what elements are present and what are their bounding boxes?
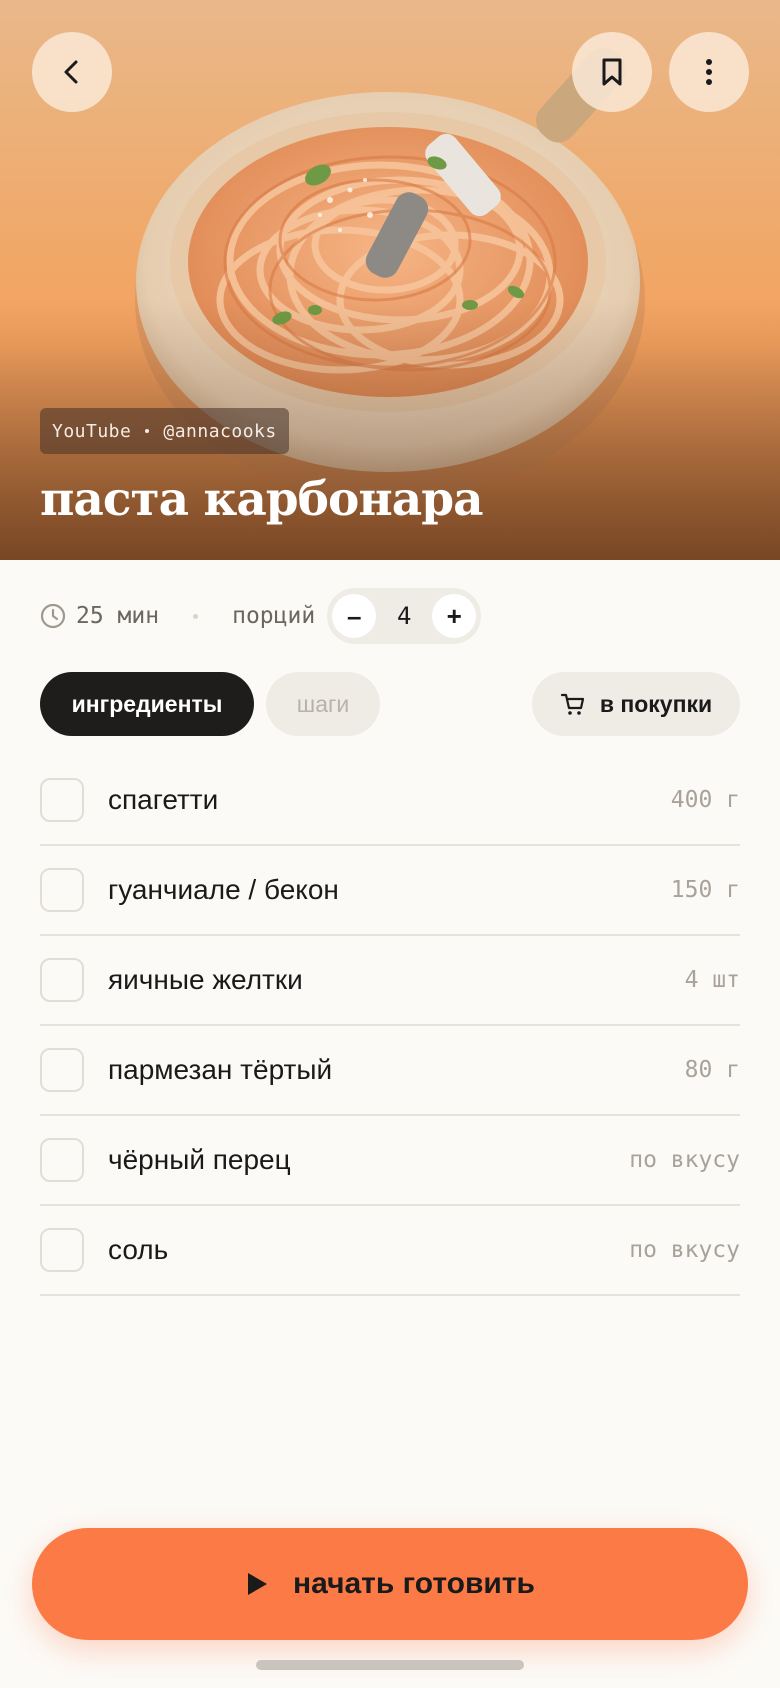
meta-separator	[193, 613, 199, 619]
ingredient-name: чёрный перец	[108, 1144, 291, 1175]
ingredient-checkbox[interactable]	[40, 1048, 84, 1092]
ingredient-amount: 80 г	[684, 1057, 740, 1083]
ingredient-amount: по вкусу	[629, 1237, 740, 1263]
recipe-title: паста карбонара	[40, 472, 484, 527]
ingredients-list: спагетти 400 г гуанчиале / бекон 150 г я…	[40, 756, 740, 1296]
ingredient-amount: 400 г	[670, 787, 740, 813]
source-author: @annacooks	[163, 420, 277, 442]
hero-image: YouTube @annacooks паста карбонара	[0, 0, 780, 560]
ingredient-amount: по вкусу	[629, 1147, 740, 1173]
recipe-meta-row: 25 мин порций – 4 +	[40, 588, 740, 644]
back-icon	[64, 60, 78, 84]
ingredient-name: пармезан тёртый	[108, 1054, 333, 1085]
ingredient-checkbox[interactable]	[40, 958, 84, 1002]
servings-increment-button[interactable]: +	[432, 594, 477, 638]
source-platform: YouTube	[52, 420, 132, 442]
ingredient-checkbox[interactable]	[40, 778, 84, 822]
add-to-shopping-button[interactable]: в покупки	[532, 672, 740, 736]
bookmark-button[interactable]	[572, 32, 652, 112]
ingredient-amount: 4 шт	[684, 967, 740, 993]
ingredient-row: соль по вкусу	[40, 1206, 740, 1296]
clock-icon	[40, 603, 66, 629]
separator-dot	[145, 429, 150, 433]
ingredient-amount: 150 г	[670, 877, 740, 903]
source-chip[interactable]: YouTube @annacooks	[40, 408, 289, 454]
tab-ingredients[interactable]: ингредиенты	[40, 672, 254, 736]
servings-stepper: – 4 +	[327, 588, 482, 644]
tabs-row: ингредиенты шаги в покупки	[40, 672, 740, 736]
servings-label: порций	[232, 603, 316, 629]
ingredient-row: спагетти 400 г	[40, 756, 740, 846]
ingredient-row: яичные желтки 4 шт	[40, 936, 740, 1026]
ingredient-name: гуанчиале / бекон	[108, 874, 339, 905]
more-icon	[706, 59, 712, 85]
ingredient-row: чёрный перец по вкусу	[40, 1116, 740, 1206]
cook-time-value: 25 мин	[76, 603, 160, 629]
more-options-button[interactable]	[669, 32, 749, 112]
tab-steps[interactable]: шаги	[266, 672, 380, 736]
servings-decrement-button[interactable]: –	[332, 594, 377, 638]
cook-time: 25 мин	[40, 603, 159, 629]
ingredient-name: соль	[108, 1234, 169, 1265]
start-cooking-label: начать готовить	[293, 1567, 535, 1600]
ingredient-row: пармезан тёртый 80 г	[40, 1026, 740, 1116]
ingredient-name: яичные желтки	[108, 964, 303, 995]
ingredient-row: гуанчиале / бекон 150 г	[40, 846, 740, 936]
home-indicator	[256, 1660, 524, 1670]
bookmark-icon	[602, 58, 622, 86]
ingredient-checkbox[interactable]	[40, 868, 84, 912]
add-to-shopping-label: в покупки	[599, 690, 713, 717]
servings-value: 4	[396, 602, 412, 630]
play-icon	[248, 1573, 268, 1595]
cart-icon	[560, 693, 584, 715]
ingredient-checkbox[interactable]	[40, 1138, 84, 1182]
back-button[interactable]	[32, 32, 112, 112]
ingredient-checkbox[interactable]	[40, 1228, 84, 1272]
start-cooking-button[interactable]: начать готовить	[32, 1528, 748, 1640]
ingredient-name: спагетти	[108, 784, 219, 815]
